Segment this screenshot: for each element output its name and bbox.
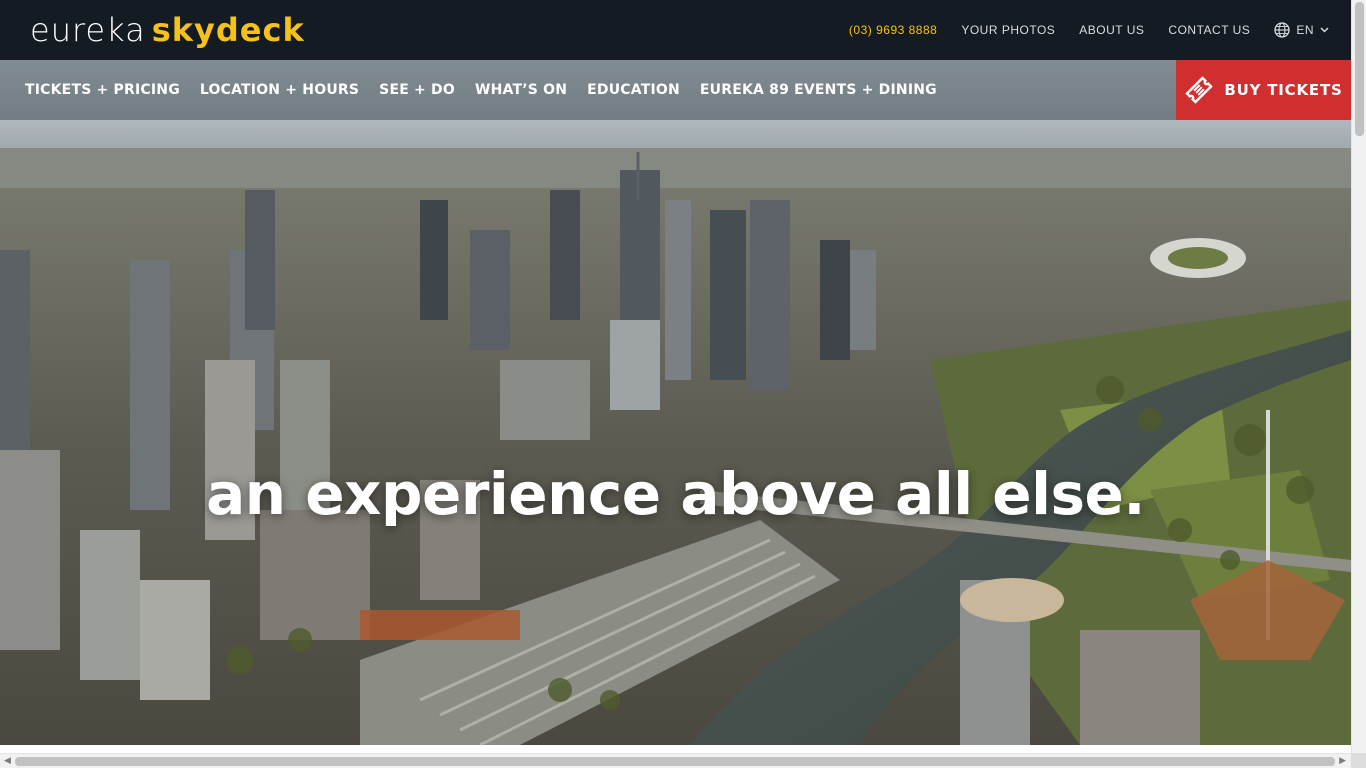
language-label: EN — [1296, 23, 1314, 37]
nav-tickets-pricing[interactable]: TICKETS + PRICING — [25, 82, 180, 98]
phone-link[interactable]: (03) 9693 8888 — [849, 23, 937, 37]
about-us-link[interactable]: ABOUT US — [1079, 23, 1144, 37]
main-navigation: TICKETS + PRICING LOCATION + HOURS SEE +… — [0, 60, 1351, 120]
buy-tickets-button[interactable]: BUY TICKETS — [1176, 60, 1351, 120]
city-aerial-illustration — [0, 60, 1351, 745]
logo-word-eureka: eureka — [30, 11, 146, 49]
utility-links: (03) 9693 8888 YOUR PHOTOS ABOUT US CONT… — [849, 0, 1329, 60]
hero-image: an experience above all else. — [0, 60, 1351, 745]
vertical-scroll-thumb[interactable] — [1355, 2, 1364, 136]
nav-education[interactable]: EDUCATION — [587, 82, 680, 98]
your-photos-link[interactable]: YOUR PHOTOS — [961, 23, 1055, 37]
buy-tickets-label: BUY TICKETS — [1224, 81, 1343, 99]
scroll-left-arrow-icon[interactable]: ◀ — [4, 756, 11, 766]
nav-eureka-89-events-dining[interactable]: EUREKA 89 EVENTS + DINING — [700, 82, 937, 98]
top-bar: eureka skydeck (03) 9693 8888 YOUR PHOTO… — [0, 0, 1351, 60]
hero-headline: an experience above all else. — [206, 460, 1145, 528]
nav-location-hours[interactable]: LOCATION + HOURS — [200, 82, 359, 98]
logo-word-skydeck: skydeck — [151, 11, 305, 49]
contact-us-link[interactable]: CONTACT US — [1168, 23, 1250, 37]
logo[interactable]: eureka skydeck — [30, 12, 305, 48]
ticket-icon — [1185, 76, 1214, 104]
globe-icon — [1274, 22, 1290, 38]
nav-see-do[interactable]: SEE + DO — [379, 82, 455, 98]
horizontal-scrollbar[interactable]: ◀ ▶ — [0, 753, 1366, 768]
chevron-down-icon — [1320, 27, 1329, 33]
horizontal-scroll-thumb[interactable] — [15, 757, 1335, 766]
nav-whats-on[interactable]: WHAT’S ON — [475, 82, 567, 98]
language-selector[interactable]: EN — [1274, 22, 1329, 38]
scroll-right-arrow-icon[interactable]: ▶ — [1339, 756, 1346, 766]
scrollbar-corner — [1351, 753, 1366, 768]
vertical-scrollbar[interactable] — [1351, 0, 1366, 753]
